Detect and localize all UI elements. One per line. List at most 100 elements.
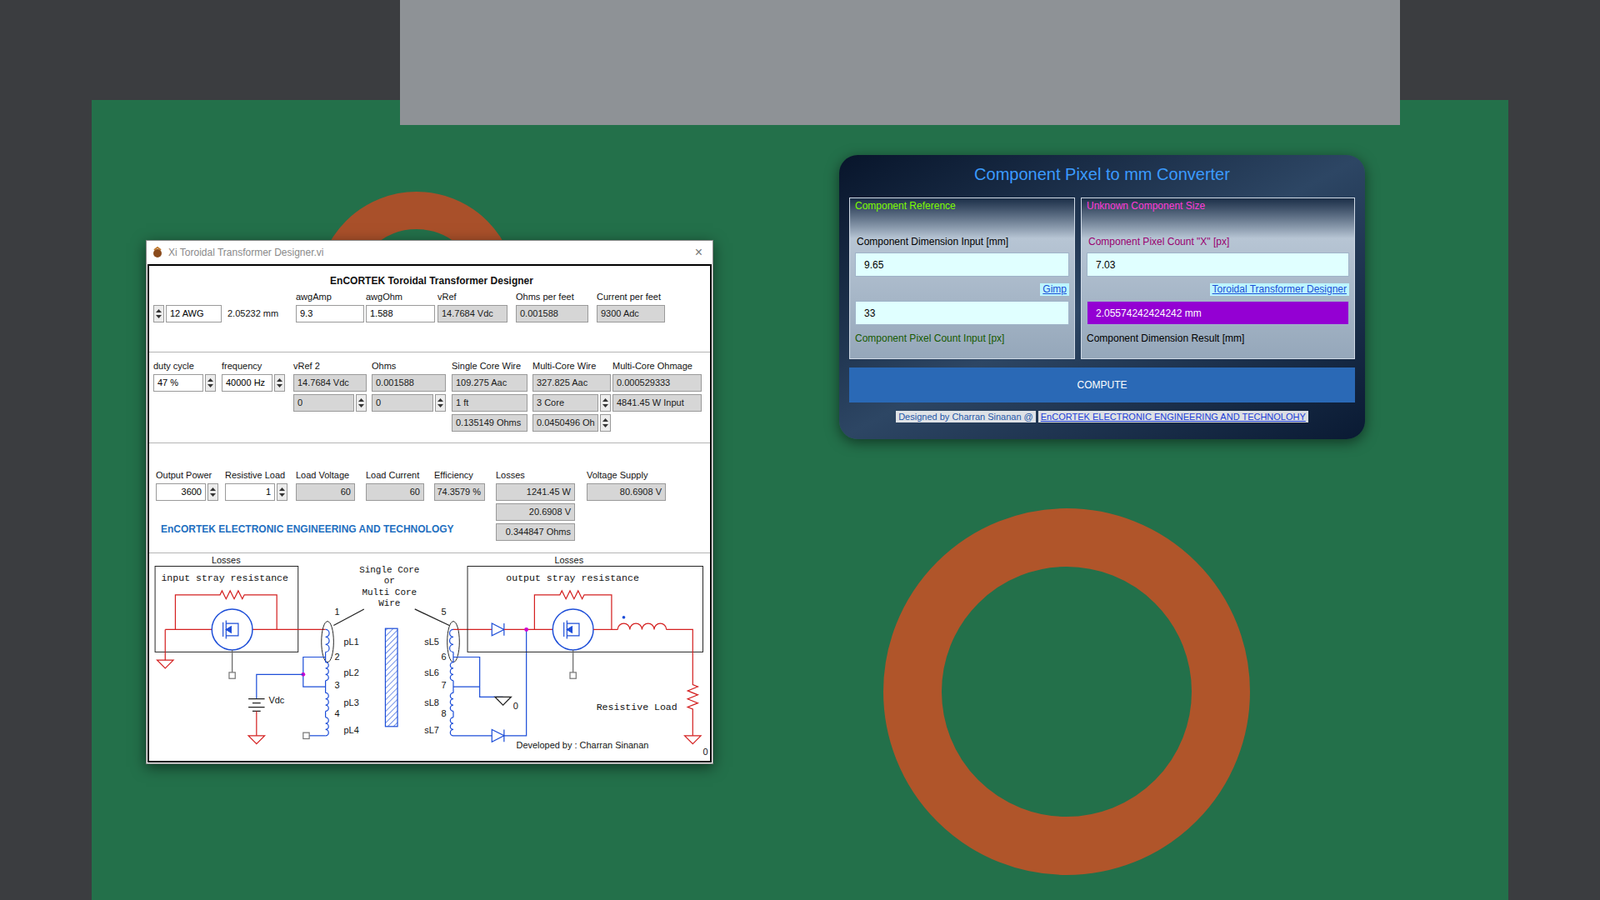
down-arrow-icon[interactable] [602,404,609,408]
down-arrow-icon[interactable] [437,404,444,408]
pixel-count-input[interactable]: 33 [855,300,1070,325]
value-field[interactable]: 1.588 [365,305,435,323]
down-arrow-icon[interactable] [358,404,365,408]
numeric-indicator: 14.7684 Vdc [437,305,508,323]
value-field: 74.3579 % [434,483,485,501]
up-arrow-icon[interactable] [155,309,162,313]
spinner-buttons[interactable] [355,394,367,412]
field-label: Component Dimension Input [mm] [850,235,1075,249]
value-field: 327.825 Aac [532,374,611,392]
spinner-buttons[interactable] [435,394,446,412]
numeric-indicator: 0.344847 Ohms [495,523,575,541]
value-field[interactable]: 40000 Hz [221,374,285,392]
numeric-input[interactable]: 1.588 [365,305,435,323]
up-arrow-icon[interactable] [602,418,609,422]
value-field: 1241.45 W [495,483,575,501]
wire [593,629,618,630]
field-label: Component Pixel Count Input [px] [850,331,1075,345]
spinner-buttons[interactable] [276,483,288,501]
diode-icon [491,623,505,636]
result-field[interactable]: 2.05574242424242 mm [1086,300,1350,325]
value-text: 0 [297,395,303,410]
gimp-link[interactable]: Gimp [1040,283,1070,296]
value-field[interactable]: 1 [225,483,288,501]
spinner-buttons[interactable] [274,374,285,392]
spinner-buttons[interactable] [207,483,219,501]
up-arrow-icon[interactable] [358,398,365,402]
close-button[interactable]: × [690,245,708,260]
spinner-buttons[interactable] [153,305,165,323]
diagram-label: sL8 [424,697,440,708]
up-arrow-icon[interactable] [602,398,609,402]
down-arrow-icon[interactable] [155,315,162,319]
numeric-input[interactable]: 1 [225,483,275,501]
numeric-input[interactable]: 9.3 [295,305,365,323]
up-arrow-icon[interactable] [437,398,444,402]
value-text: 60 [340,485,351,500]
value-text: 3 Core [536,395,565,410]
spinner-buttons[interactable] [600,414,611,432]
spinner-buttons[interactable] [600,394,611,412]
up-arrow-shape [358,398,365,402]
value-text: 47 % [157,375,179,390]
unknown-pixel-input[interactable]: 7.03 [1086,252,1350,277]
up-arrow-shape [437,398,444,402]
value-field[interactable]: 0 [371,394,446,412]
value-text: 9.3 [300,306,313,321]
value-field[interactable]: 9.3 [295,305,365,323]
down-arrow-icon[interactable] [276,384,283,388]
value-field[interactable]: 0 [293,394,367,412]
up-arrow-icon[interactable] [210,487,216,491]
numeric-indicator: 14.7684 Vdc [293,374,367,392]
control-group: Multi-Core Wire327.825 Aac3 Core0.045049… [532,360,613,432]
transformer-core [385,628,398,727]
footer: Designed by Charran Sinanan @EnCORTEK EL… [849,410,1355,423]
value-field[interactable]: 3600 [155,483,219,501]
value-field[interactable]: 47 % [153,374,216,392]
heatsink [400,0,1400,125]
value-field[interactable]: 0.0450496 Oh [532,414,611,432]
field-label: vRef [437,290,516,303]
down-arrow-icon[interactable] [279,493,285,497]
value-text: 0.001588 [520,306,559,321]
numeric-indicator: 327.825 Aac [532,374,611,392]
numeric-input[interactable]: 3600 [155,483,206,501]
panel-heading: EnCORTEK Toroidal Transformer Designer [153,274,710,288]
value-text: 9300 Adc [600,306,640,321]
diagram-label: 0 [702,746,708,757]
vi-icon [151,246,164,259]
value-field[interactable]: 12 AWG [153,305,222,323]
spinner-buttons[interactable] [205,374,216,392]
down-arrow-icon[interactable] [602,424,609,428]
value-text: 0.001588 [375,375,415,390]
winding [450,692,454,711]
compute-button[interactable]: COMPUTE [849,367,1355,403]
numeric-indicator: 60 [295,483,355,501]
numeric-indicator: 0 [293,394,355,412]
terminal [303,732,310,739]
control-group: Ohms0.0015880 [371,360,452,412]
mosfet-gate [222,622,224,637]
window-title: Component Pixel to mm Converter [849,163,1355,185]
numeric-input[interactable]: 40000 Hz [221,374,273,392]
control-group: Output Power3600 [155,469,225,501]
numeric-input[interactable]: 12 AWG [165,305,222,323]
power-section: Output Power3600Resistive Load1Load Volt… [149,443,710,554]
up-arrow-icon[interactable] [276,378,283,382]
control-group: Current per feet9300 Adc [596,290,665,323]
gate-lead [572,650,574,673]
diagram-label: 6 [440,651,446,662]
up-arrow-icon[interactable] [207,378,214,382]
company-link[interactable]: EnCORTEK ELECTRONIC ENGINEERING AND TECH… [1038,410,1309,423]
field-label: awgAmp [295,290,366,303]
up-arrow-icon[interactable] [279,487,285,491]
down-arrow-icon[interactable] [210,493,216,497]
numeric-input[interactable]: 47 % [153,374,204,392]
dimension-input[interactable]: 9.65 [855,252,1070,277]
value-text: 60 [410,485,420,500]
value-field[interactable]: 3 Core [532,394,611,412]
down-arrow-icon[interactable] [207,384,214,388]
value-field: 2.05232 mm [225,305,296,323]
designer-link[interactable]: Toroidal Transformer Designer [1210,283,1350,296]
value-text: 40000 Hz [225,375,265,390]
